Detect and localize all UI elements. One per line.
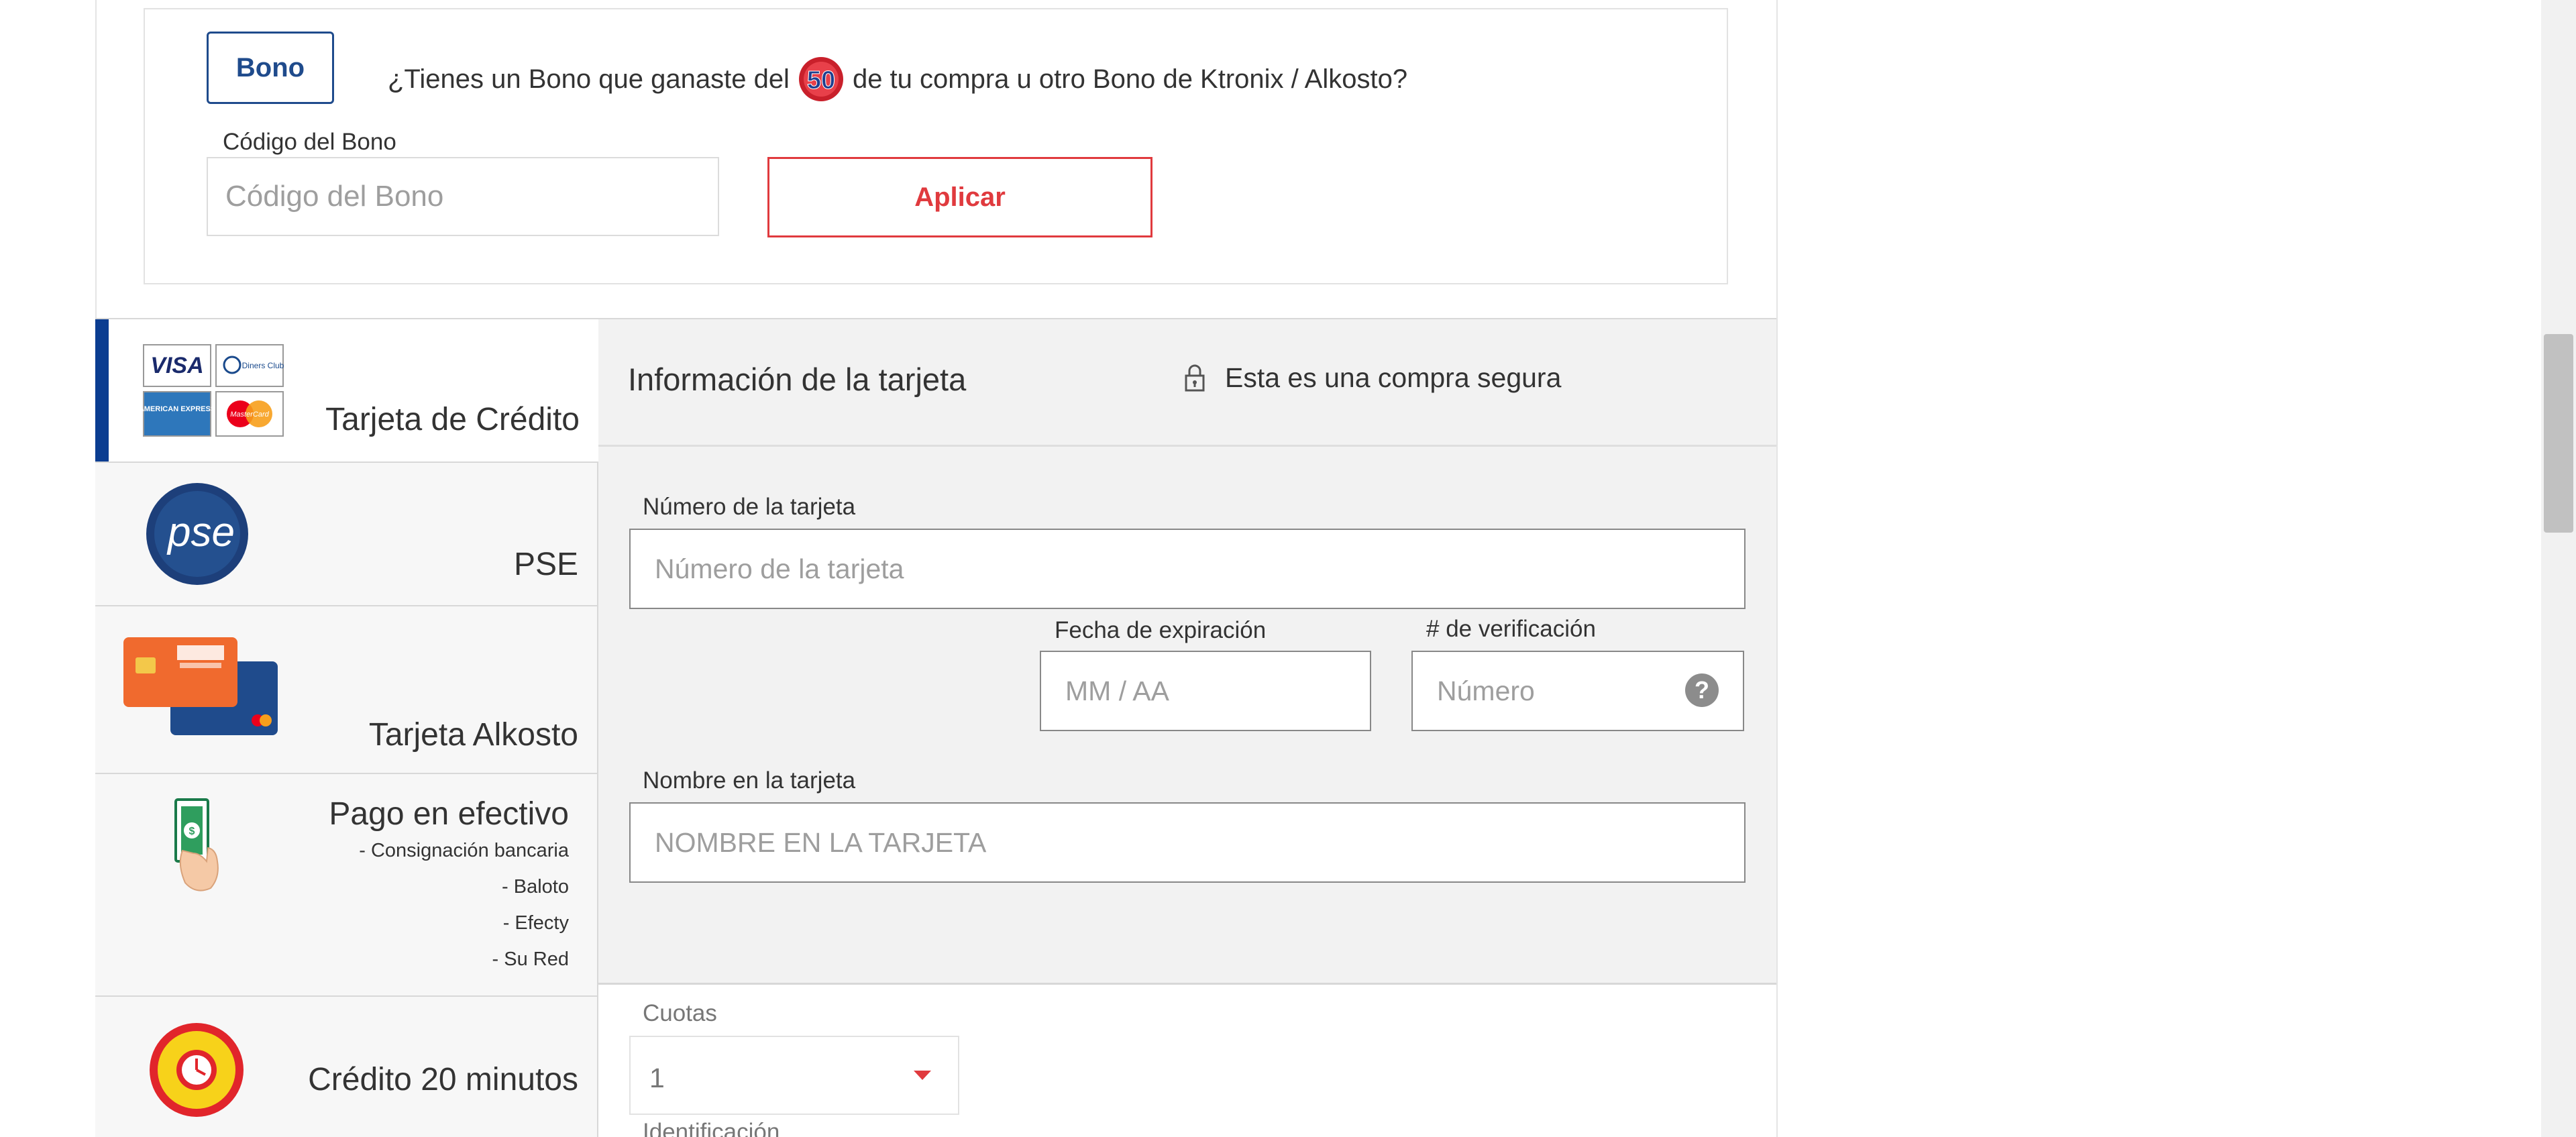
tab-tarjeta-alkosto[interactable]: Tarjeta Alkosto [95, 605, 598, 773]
bono-code-label: Código del Bono [223, 129, 396, 155]
card-name-label: Nombre en la tarjeta [643, 767, 856, 794]
cuotas-select[interactable]: 1 [629, 1036, 959, 1115]
bono-question: ¿Tienes un Bono que ganaste del 50 de tu… [388, 55, 1407, 103]
card-name-input[interactable] [629, 802, 1746, 883]
cash-option-su-red: - Su Red [492, 949, 569, 970]
cash-option-efecty: - Efecty [502, 912, 569, 934]
bono-badge: Bono [207, 32, 334, 104]
cvv-label: # de verificación [1426, 616, 1596, 642]
card-number-input[interactable] [629, 529, 1746, 609]
tab-credito-20-minutos[interactable]: Crédito 20 minutos [95, 995, 598, 1137]
payment-method-tabs: VISA Diners Club AMERICAN EXPRESS Master… [95, 318, 598, 1137]
cvv-help-icon[interactable]: ? [1685, 673, 1719, 707]
fifty-badge-text: 50 [807, 66, 835, 95]
tab-label: Tarjeta de Crédito [325, 402, 580, 437]
tab-label: Tarjeta Alkosto [368, 717, 578, 753]
expiry-label: Fecha de expiración [1055, 617, 1267, 643]
card-brands-icon: VISA Diners Club AMERICAN EXPRESS Master… [139, 343, 284, 437]
card-info-title: Información de la tarjeta [628, 362, 967, 397]
tab-pago-en-efectivo[interactable]: $ Pago en efectivo - Consignación bancar… [95, 773, 598, 995]
secure-purchase-text: Esta es una compra segura [1225, 362, 1562, 393]
tab-label: Crédito 20 minutos [308, 1062, 578, 1097]
apply-bono-button[interactable]: Aplicar [767, 157, 1152, 237]
bono-question-text-start: ¿Tienes un Bono que ganaste del [388, 64, 790, 94]
credito-20-minutos-icon [148, 1021, 246, 1119]
chevron-down-icon [914, 1071, 931, 1080]
alkosto-card-icon [123, 635, 284, 742]
card-number-label: Número de la tarjeta [643, 494, 856, 520]
tab-pse[interactable]: pse PSE [95, 462, 598, 605]
lock-icon [1183, 364, 1206, 393]
card-info-header: Información de la tarjeta Esta es una co… [598, 319, 1776, 447]
bono-code-input[interactable] [207, 157, 719, 236]
tab-tarjeta-de-credito[interactable]: VISA Diners Club AMERICAN EXPRESS Master… [95, 318, 598, 462]
identificacion-label: Identificación [643, 1119, 780, 1137]
diners-brand-text: Diners Club [242, 361, 284, 370]
cash-option-baloto: - Baloto [502, 876, 569, 898]
cuotas-value: 1 [649, 1063, 665, 1093]
bono-question-text-end: de tu compra u otro Bono de Ktronix / Al… [852, 64, 1408, 94]
fifty-percent-badge-icon: 50 [794, 55, 849, 103]
active-tab-indicator [95, 319, 109, 462]
mastercard-brand-text: MasterCard [230, 411, 269, 419]
svg-text:$: $ [189, 826, 195, 837]
amex-brand-text: AMERICAN EXPRESS [142, 405, 215, 413]
expiry-input[interactable] [1040, 651, 1371, 731]
cash-option-consignacion: - Consignación bancaria [359, 840, 569, 861]
svg-text:pse: pse [166, 509, 235, 555]
scrollbar-thumb[interactable] [2544, 334, 2573, 533]
cash-payment-icon: $ [169, 797, 225, 896]
tab-label: Pago en efectivo [329, 796, 569, 832]
cuotas-label: Cuotas [643, 1000, 717, 1026]
scrollbar-track[interactable] [2541, 0, 2576, 1137]
secure-purchase-notice: Esta es una compra segura [1183, 362, 1561, 394]
tab-label: PSE [513, 547, 578, 582]
visa-brand-text: VISA [150, 353, 203, 378]
pse-icon: pse [145, 482, 250, 586]
card-info-panel: Información de la tarjeta Esta es una co… [598, 318, 1776, 985]
